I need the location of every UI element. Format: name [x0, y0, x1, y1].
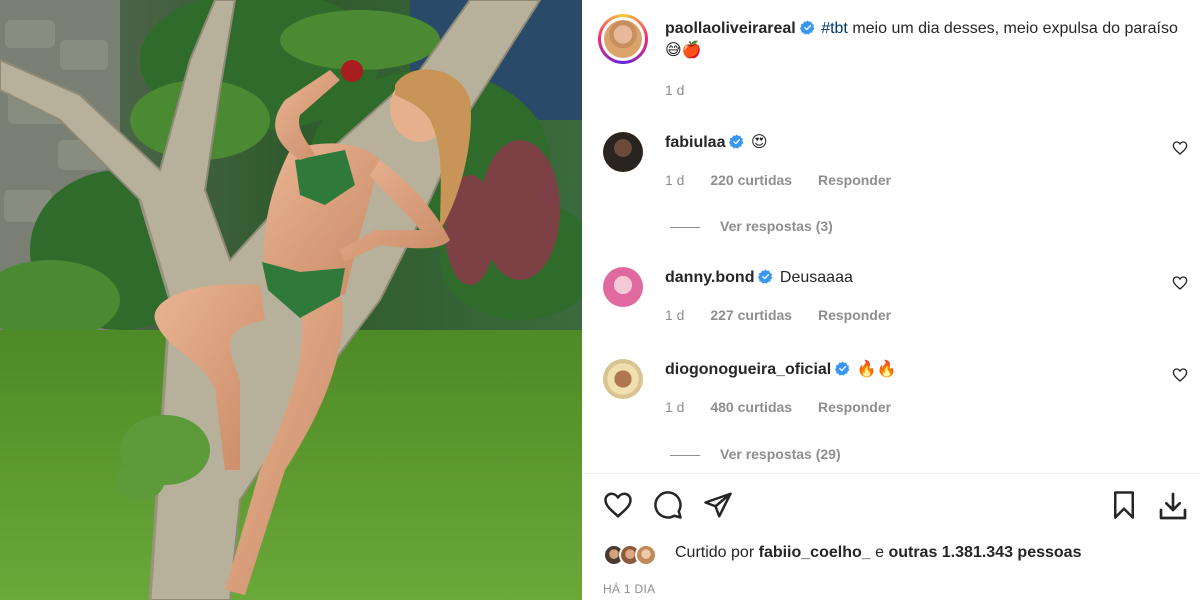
view-replies-label: Ver respostas (29) — [720, 446, 841, 462]
reply-button[interactable]: Responder — [818, 172, 891, 188]
verified-badge-icon — [835, 361, 850, 376]
comment-likes[interactable]: 227 curtidas — [710, 307, 792, 323]
commenter-username[interactable]: fabiulaa — [665, 134, 725, 151]
comment-text: Deusaaaa — [779, 269, 853, 286]
liked-by-prefix: Curtido por — [675, 544, 755, 561]
verified-badge-icon — [729, 134, 744, 149]
commenter-avatar[interactable] — [603, 267, 643, 307]
view-replies-label: Ver respostas (3) — [720, 218, 833, 234]
comment-like-heart-icon[interactable] — [1172, 367, 1188, 383]
liked-by-user[interactable]: fabiio_coelho_ — [759, 544, 871, 561]
verified-badge-icon — [799, 20, 815, 35]
liker-avatar[interactable] — [635, 544, 657, 566]
caption-hashtag[interactable]: #tbt — [821, 20, 848, 37]
replies-dash — [670, 454, 700, 456]
post-photo[interactable] — [0, 0, 582, 600]
caption-timestamp[interactable]: 1 d — [665, 82, 684, 98]
comment-text: 😍 — [750, 134, 768, 151]
post-timestamp[interactable]: HÁ 1 DIA — [603, 582, 655, 596]
commenter-avatar[interactable] — [603, 132, 643, 172]
comment-time[interactable]: 1 d — [665, 172, 684, 188]
reply-button[interactable]: Responder — [818, 399, 891, 415]
commenter-avatar[interactable] — [603, 359, 643, 399]
author-avatar[interactable] — [598, 14, 648, 64]
post-sidebar: paollaoliveirareal #tbt meio um dia dess… — [582, 0, 1200, 600]
replies-dash — [670, 226, 700, 228]
comment-likes[interactable]: 220 curtidas — [710, 172, 792, 188]
commenter-username[interactable]: danny.bond — [665, 269, 754, 286]
section-divider — [582, 473, 1200, 474]
comment-like-heart-icon[interactable] — [1172, 140, 1188, 156]
comment-icon[interactable] — [653, 490, 683, 520]
verified-badge-icon — [758, 269, 773, 284]
download-icon[interactable] — [1157, 490, 1189, 522]
comment-likes[interactable]: 480 curtidas — [710, 399, 792, 415]
view-replies-button[interactable]: Ver respostas (3) — [670, 218, 833, 234]
liked-by-joiner: e — [875, 544, 884, 561]
comment-time[interactable]: 1 d — [665, 307, 684, 323]
share-icon[interactable] — [703, 490, 733, 520]
reply-button[interactable]: Responder — [818, 307, 891, 323]
comment-time[interactable]: 1 d — [665, 399, 684, 415]
likes-count[interactable]: outras 1.381.343 pessoas — [888, 544, 1081, 561]
post-image — [0, 0, 582, 600]
post-caption: paollaoliveirareal #tbt meio um dia dess… — [665, 18, 1185, 62]
comment-text: 🔥🔥 — [856, 361, 897, 378]
commenter-username[interactable]: diogonogueira_oficial — [665, 361, 831, 378]
author-username[interactable]: paollaoliveirareal — [665, 20, 796, 37]
bookmark-icon[interactable] — [1109, 490, 1139, 520]
comment-like-heart-icon[interactable] — [1172, 275, 1188, 291]
heart-icon[interactable] — [603, 490, 633, 520]
view-replies-button[interactable]: Ver respostas (29) — [670, 446, 841, 462]
